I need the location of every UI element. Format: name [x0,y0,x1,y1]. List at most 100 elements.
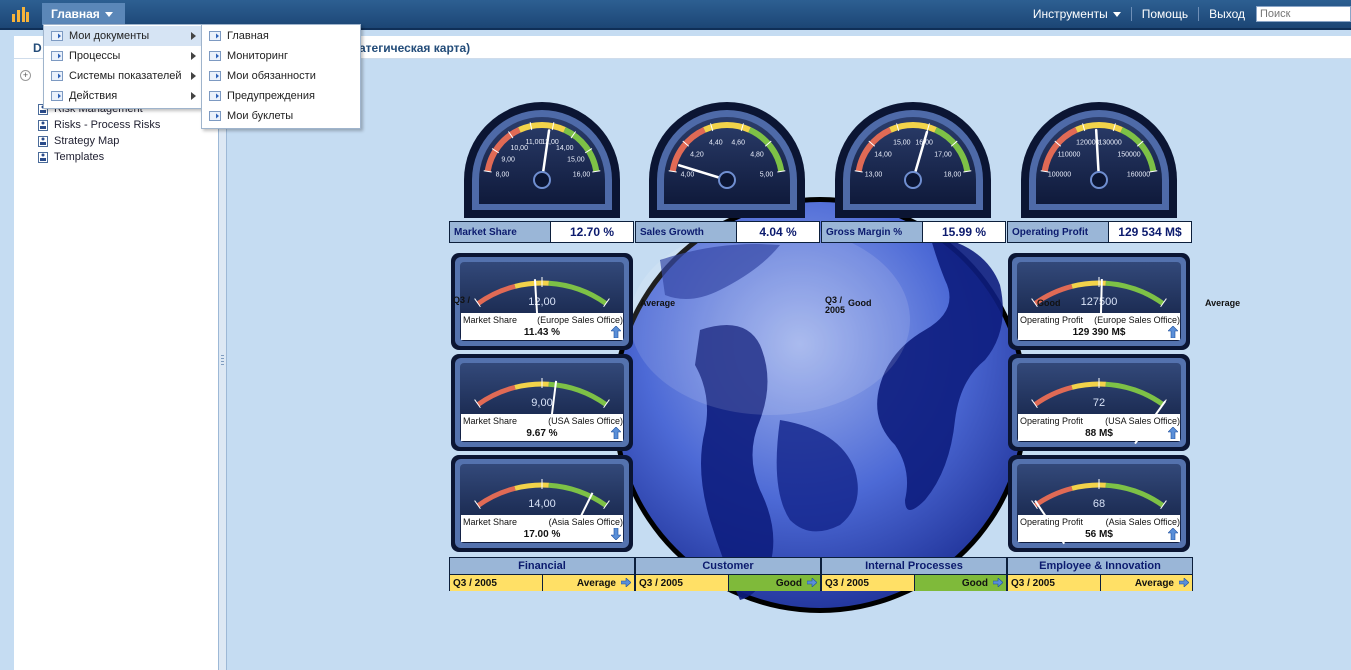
submenu-item[interactable]: Мониторинг [202,46,360,66]
perspective-name: Employee & Innovation [1008,558,1192,575]
document-arrow-icon [209,91,221,101]
gauge-tick-label: 4,00 [681,172,695,179]
perspective-status-row: Q3 / 2005 Good [822,575,1006,591]
perspective-status: Good [729,575,820,591]
office-gauge-name: Operating Profit [1020,416,1084,426]
perspective-period: Q3 / 2005 [450,575,543,591]
trend-down-icon [610,527,622,541]
gauge-tick-label: 150000 [1117,152,1140,159]
main-menu-item[interactable]: Системы показателей [44,66,202,86]
office-gauge-office: (Asia Sales Office) [548,517,623,527]
gauge-tick-label: 110000 [1058,152,1081,159]
office-gauge-caption[interactable]: Operating Profit (Europe Sales Office) 129… [1018,313,1180,340]
document-arrow-icon [51,71,63,81]
perspective-status: Average [543,575,634,591]
kpi-label: Gross Margin % [822,222,923,242]
kpi-value: 12.70 % [551,222,633,242]
gauge-hub [718,171,736,189]
document-arrow-icon [209,111,221,121]
perspective-card[interactable]: Financial Q3 / 2005 Average [449,557,635,591]
perspective-status-row: Q3 / 2005 Average [450,575,634,591]
gauge-tick-label: 13,00 [865,172,883,179]
trend-up-icon [610,325,622,339]
gauge-tick-label: 10,00 [510,145,528,152]
submenu-item[interactable]: Главная [202,26,360,46]
office-gauge-value: 9.67 % [526,428,558,439]
office-gauge-value: 88 M$ [1085,428,1113,439]
office-gauge-name: Operating Profit [1020,315,1084,325]
arrow-right-icon[interactable] [1178,577,1190,588]
submenu-item-label: Главная [227,30,269,42]
chevron-right-icon [191,32,196,40]
perspective-status-label: Good [961,577,988,589]
office-gauge-name: Market Share [463,315,518,325]
office-gauge-value: 129 390 M$ [1072,327,1126,338]
office-gauge-caption[interactable]: Market Share (Asia Sales Office) 17.00 % [461,515,623,542]
main-menu-item-label: Мои документы [69,30,150,42]
perspective-card[interactable]: Customer Q3 / 2005 Good [635,557,821,591]
floating-year: 2005 [825,305,846,315]
floating-status-label: Average [1205,298,1240,308]
gauge-tick-label: 100000 [1048,172,1071,179]
floating-status-label: Good [848,298,872,308]
office-gauge-caption[interactable]: Market Share (USA Sales Office) 9.67 % [461,414,623,441]
main-menu-item[interactable]: Действия [44,86,202,106]
gauge-tick-label: 18,00 [944,172,962,179]
perspective-name: Internal Processes [822,558,1006,575]
submenu-item[interactable]: Мои буклеты [202,106,360,126]
arrow-right-icon[interactable] [620,577,632,588]
gauge-tick-label: 9,00 [501,157,515,164]
office-gauge-office: (USA Sales Office) [548,416,623,426]
submenu-item-label: Мои буклеты [227,110,294,122]
trend-up-icon [1167,325,1179,339]
main-menu-item-label: Системы показателей [69,70,182,82]
gauge-hub [904,171,922,189]
office-gauge-caption[interactable]: Operating Profit (USA Sales Office) 88 M$ [1018,414,1180,441]
office-gauge-office: (Europe Sales Office) [1094,315,1180,325]
office-gauge-office: (Europe Sales Office) [537,315,623,325]
gauge-tick-label: 17,00 [934,152,952,159]
kpi-row[interactable]: Market Share 12.70 % [449,221,634,243]
floating-status-label: Good [1037,298,1061,308]
chevron-right-icon [191,92,196,100]
office-gauge-name: Market Share [463,517,518,527]
gauge-tick-label: 14,00 [556,145,574,152]
arrow-right-icon[interactable] [992,577,1004,588]
perspective-status-label: Good [775,577,802,589]
perspective-period: Q3 / 2005 [1008,575,1101,591]
gauge-tick-label: 4,20 [690,152,704,159]
floating-good: Good [848,298,872,308]
perspective-card[interactable]: Internal Processes Q3 / 2005 Good [821,557,1007,591]
office-gauge-value: 56 M$ [1085,529,1113,540]
submenu-item-label: Мои обязанности [227,70,316,82]
kpi-row[interactable]: Sales Growth 4.04 % [635,221,820,243]
office-gauge-caption[interactable]: Market Share (Europe Sales Office) 11.43 % [461,313,623,340]
document-arrow-icon [51,51,63,61]
gauge-tick-label: 14,00 [528,498,556,510]
submenu-item-label: Мониторинг [227,50,289,62]
kpi-gauge: 100000110000120000130000150000160000 [1021,102,1177,218]
office-gauge-caption[interactable]: Operating Profit (Asia Sales Office) 56 M$ [1018,515,1180,542]
gauge-tick-label: 4,80 [750,152,764,159]
floating-period-label: Average [640,298,675,308]
kpi-label: Operating Profit [1008,222,1109,242]
submenu-item[interactable]: Мои обязанности [202,66,360,86]
gauge-tick-label: 130000 [1098,140,1121,147]
office-gauge-office: (USA Sales Office) [1105,416,1180,426]
submenu-item[interactable]: Предупреждения [202,86,360,106]
perspective-period: Q3 / 2005 [636,575,729,591]
main-menu-item[interactable]: Процессы [44,46,202,66]
globe [612,197,1028,613]
perspective-card[interactable]: Employee & Innovation Q3 / 2005 Average [1007,557,1193,591]
gauge-hub [1090,171,1108,189]
kpi-row[interactable]: Operating Profit 129 534 M$ [1007,221,1192,243]
main-menu-item[interactable]: Мои документы [44,26,202,46]
office-gauge-name: Market Share [463,416,518,426]
arrow-right-icon[interactable] [806,577,818,588]
kpi-row[interactable]: Gross Margin % 15.99 % [821,221,1006,243]
office-gauge-value: 17.00 % [523,529,561,540]
main-menu-item-label: Процессы [69,50,121,62]
kpi-value: 4.04 % [737,222,819,242]
perspective-status-row: Q3 / 2005 Good [636,575,820,591]
gauge-tick-label: 9,00 [531,397,552,409]
